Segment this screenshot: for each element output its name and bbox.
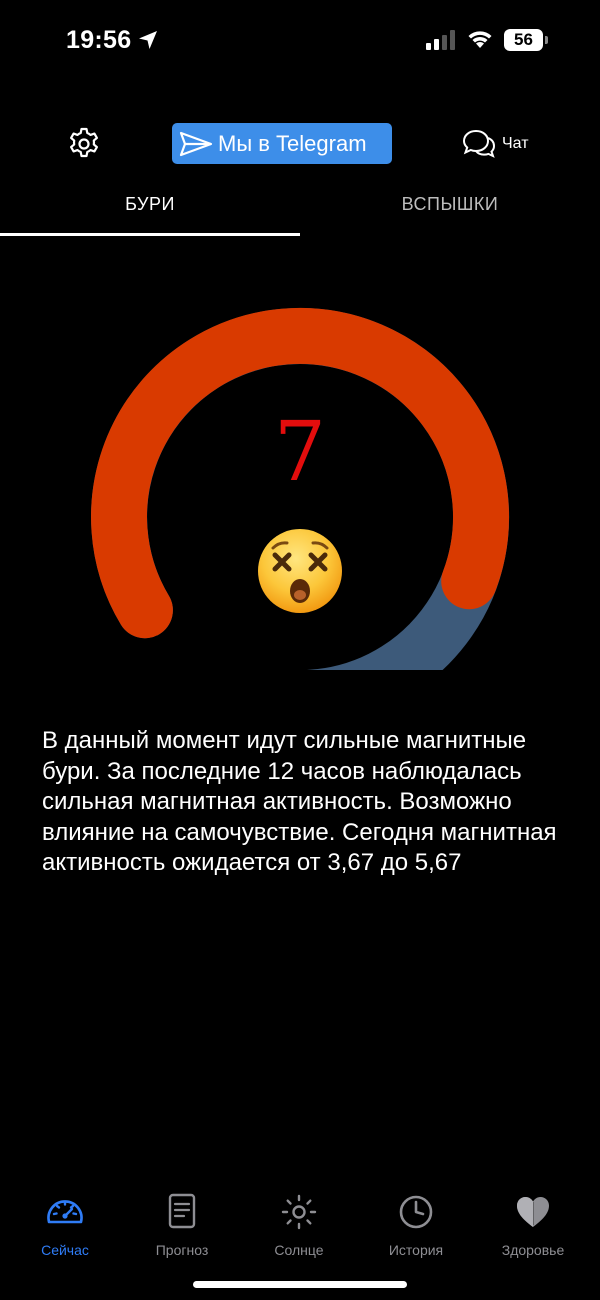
battery-level: 56 [504,29,543,51]
nav-label-sun: Солнце [274,1242,324,1258]
nav-label-forecast: Прогноз [155,1242,209,1258]
speedometer-icon [47,1200,83,1224]
gear-icon [70,127,98,158]
nav-item-now[interactable]: Сейчас [10,1188,120,1260]
nav-label-history: История [388,1242,444,1258]
cellular-signal-icon [426,30,455,50]
nav-item-forecast[interactable]: Прогноз [127,1188,237,1260]
chat-bubbles-icon [462,129,496,158]
tab-storms[interactable]: БУРИ [0,178,300,238]
bottom-nav: Сейчас Прогноз Солнце История Здоровье [0,1188,600,1268]
chat-button[interactable]: Чат [462,126,542,162]
tab-flares[interactable]: ВСПЫШКИ [300,178,600,238]
battery-tip [545,36,548,44]
nav-item-history[interactable]: История [361,1188,471,1260]
status-bar: 19:56 56 [0,0,600,80]
sun-icon [281,1194,317,1230]
paper-plane-icon [179,131,213,156]
clock-icon [399,1195,433,1229]
tab-bar: БУРИ ВСПЫШКИ [0,178,600,238]
storm-description: В данный момент идут сильные магнитные б… [42,727,557,876]
telegram-button-label: Мы в Telegram [218,130,367,156]
gauge-value: 7 [273,405,327,500]
settings-button[interactable] [66,126,102,162]
nav-item-health[interactable]: Здоровье [478,1188,588,1260]
chat-button-label: Чат [502,135,529,152]
nav-item-sun[interactable]: Солнце [244,1188,354,1260]
nav-label-health: Здоровье [501,1242,565,1258]
heart-icon [517,1197,549,1227]
battery-indicator: 56 [504,29,548,51]
home-indicator [193,1281,407,1288]
dizzy-face-icon [258,529,342,613]
telegram-button[interactable]: Мы в Telegram [172,123,392,164]
active-tab-indicator [0,233,300,236]
location-arrow-icon [139,31,157,49]
document-icon [168,1193,196,1229]
nav-label-now: Сейчас [41,1242,89,1258]
status-time: 19:56 [66,26,132,54]
wifi-icon [468,31,492,48]
